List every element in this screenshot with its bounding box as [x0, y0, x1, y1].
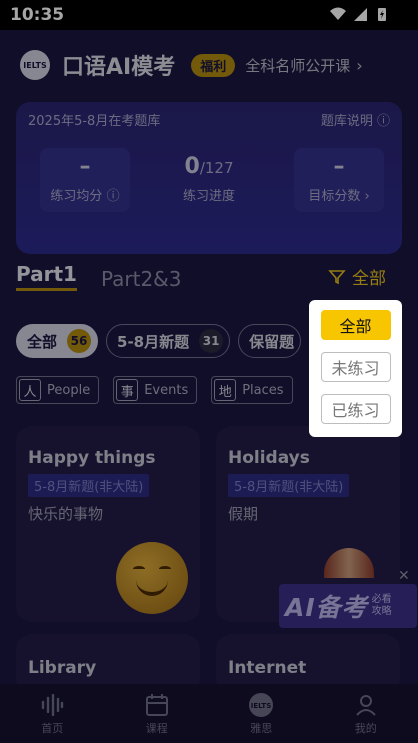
filter-label: 全部 [352, 269, 386, 289]
progress-label: 练习进度 [182, 189, 235, 204]
waveform-icon [39, 692, 65, 718]
topic-char: 地 [214, 379, 237, 401]
topic-events[interactable]: 事 Events [113, 376, 198, 404]
wifi-icon [330, 7, 346, 20]
beach-umbrella-icon [324, 548, 374, 578]
help-icon: ⓘ [376, 114, 390, 129]
chip-label: 保留题 [249, 332, 295, 351]
card-title: Happy things [28, 448, 156, 468]
topic-filters: 人 People 事 Events 地 Places [16, 376, 293, 404]
topic-people[interactable]: 人 People [16, 376, 100, 404]
filter-option-practiced[interactable]: 已练习 [320, 394, 391, 424]
filter-icon [328, 269, 346, 284]
bottom-navigation: 首页 课程 IELTS 雅思 我的 [0, 684, 418, 743]
ai-prep-banner[interactable]: AI备考 必看 攻略 [279, 584, 417, 628]
chip-count: 31 [199, 329, 224, 353]
status-bar: 10:35 [0, 0, 418, 30]
filter-dropdown: 全部 未练习 已练习 [309, 300, 402, 437]
card-title: Holidays [228, 448, 310, 468]
ai-banner-line2: 攻略 [371, 606, 392, 617]
signal-icon [354, 8, 367, 21]
topic-card-happy-things[interactable]: Happy things 5-8月新题(非大陆) 快乐的事物 [16, 426, 200, 622]
chip-all[interactable]: 全部 56 [16, 324, 99, 358]
welfare-badge[interactable]: 福利 [191, 53, 236, 77]
ai-banner-title: AI备考 [285, 593, 368, 622]
chevron-right-icon: › [356, 55, 363, 75]
card-title: Internet [228, 658, 307, 678]
question-bank-info-link[interactable]: 题库说明 ⓘ [321, 110, 390, 129]
average-score-value: – [79, 154, 91, 179]
part-tabs: Part1 Part2&3 [16, 262, 182, 291]
public-course-link[interactable]: 全科名师公开课 [245, 55, 350, 76]
topic-places[interactable]: 地 Places [211, 376, 293, 404]
card-tag: 5-8月新题(非大陆) [228, 474, 350, 497]
target-score-stat[interactable]: – 目标分数 › [294, 148, 384, 212]
chip-label: 全部 [27, 332, 58, 351]
ielts-logo: IELTS [20, 50, 50, 80]
chevron-right-icon: › [364, 189, 370, 204]
nav-profile[interactable]: 我的 [326, 692, 406, 736]
card-subtitle: 假期 [228, 505, 259, 523]
progress-total: /127 [199, 159, 234, 177]
question-bank-info-text: 题库说明 [320, 114, 373, 129]
status-time: 10:35 [10, 5, 65, 25]
nav-label: 课程 [145, 721, 168, 735]
tab-part1[interactable]: Part1 [16, 262, 77, 291]
stats-card: 2025年5-8月在考题库 题库说明 ⓘ – 练习均分 ⓘ 0/127 练习进度… [16, 102, 402, 254]
chip-new-questions[interactable]: 5-8月新题 31 [106, 324, 231, 358]
app-header: IELTS 口语AI模考 福利 全科名师公开课 › [20, 48, 398, 82]
topic-char: 人 [19, 379, 41, 401]
status-icons [330, 6, 390, 22]
nav-label: 我的 [354, 721, 377, 735]
nav-label: 首页 [41, 721, 64, 735]
card-tag: 5-8月新题(非大陆) [28, 474, 150, 497]
average-score-label: 练习均分 [50, 189, 103, 204]
category-chips: 全部 56 5-8月新题 31 保留题 [16, 324, 302, 358]
page-title: 口语AI模考 [62, 55, 176, 80]
topic-label: People [47, 382, 91, 398]
nav-ielts[interactable]: IELTS 雅思 [221, 692, 301, 736]
chip-label: 5-8月新题 [117, 332, 190, 351]
nav-courses[interactable]: 课程 [117, 692, 197, 736]
progress-stat: 0/127 练习进度 [164, 148, 254, 212]
filter-toggle[interactable]: 全部 [328, 264, 386, 289]
ielts-icon: IELTS [248, 692, 274, 718]
smiley-icon [116, 542, 188, 614]
nav-label: 雅思 [250, 721, 273, 735]
target-score-value: – [333, 154, 345, 179]
calendar-icon [144, 692, 170, 718]
topic-label: Events [144, 382, 189, 398]
tab-part2-3[interactable]: Part2&3 [101, 267, 182, 291]
user-icon [353, 692, 379, 718]
chip-count: 56 [67, 329, 92, 353]
filter-option-unpracticed[interactable]: 未练习 [320, 352, 391, 382]
ai-banner-line1: 必看 [371, 594, 392, 605]
help-icon: ⓘ [106, 189, 120, 204]
svg-text:IELTS: IELTS [251, 702, 272, 710]
close-icon[interactable]: ✕ [398, 568, 410, 584]
card-subtitle: 快乐的事物 [28, 505, 104, 523]
average-score-stat[interactable]: – 练习均分 ⓘ [40, 148, 130, 212]
progress-done: 0 [184, 154, 200, 179]
ai-banner-subtitle: 必看 攻略 [372, 594, 392, 618]
card-title: Library [28, 658, 97, 678]
nav-home[interactable]: 首页 [12, 692, 92, 736]
chip-retained[interactable]: 保留题 [238, 324, 302, 358]
filter-option-all[interactable]: 全部 [320, 310, 391, 340]
battery-icon [378, 8, 386, 21]
topic-char: 事 [116, 379, 139, 401]
question-bank-label: 2025年5-8月在考题库 [28, 114, 161, 129]
topic-label: Places [242, 382, 284, 398]
target-score-label: 目标分数 [308, 189, 361, 204]
